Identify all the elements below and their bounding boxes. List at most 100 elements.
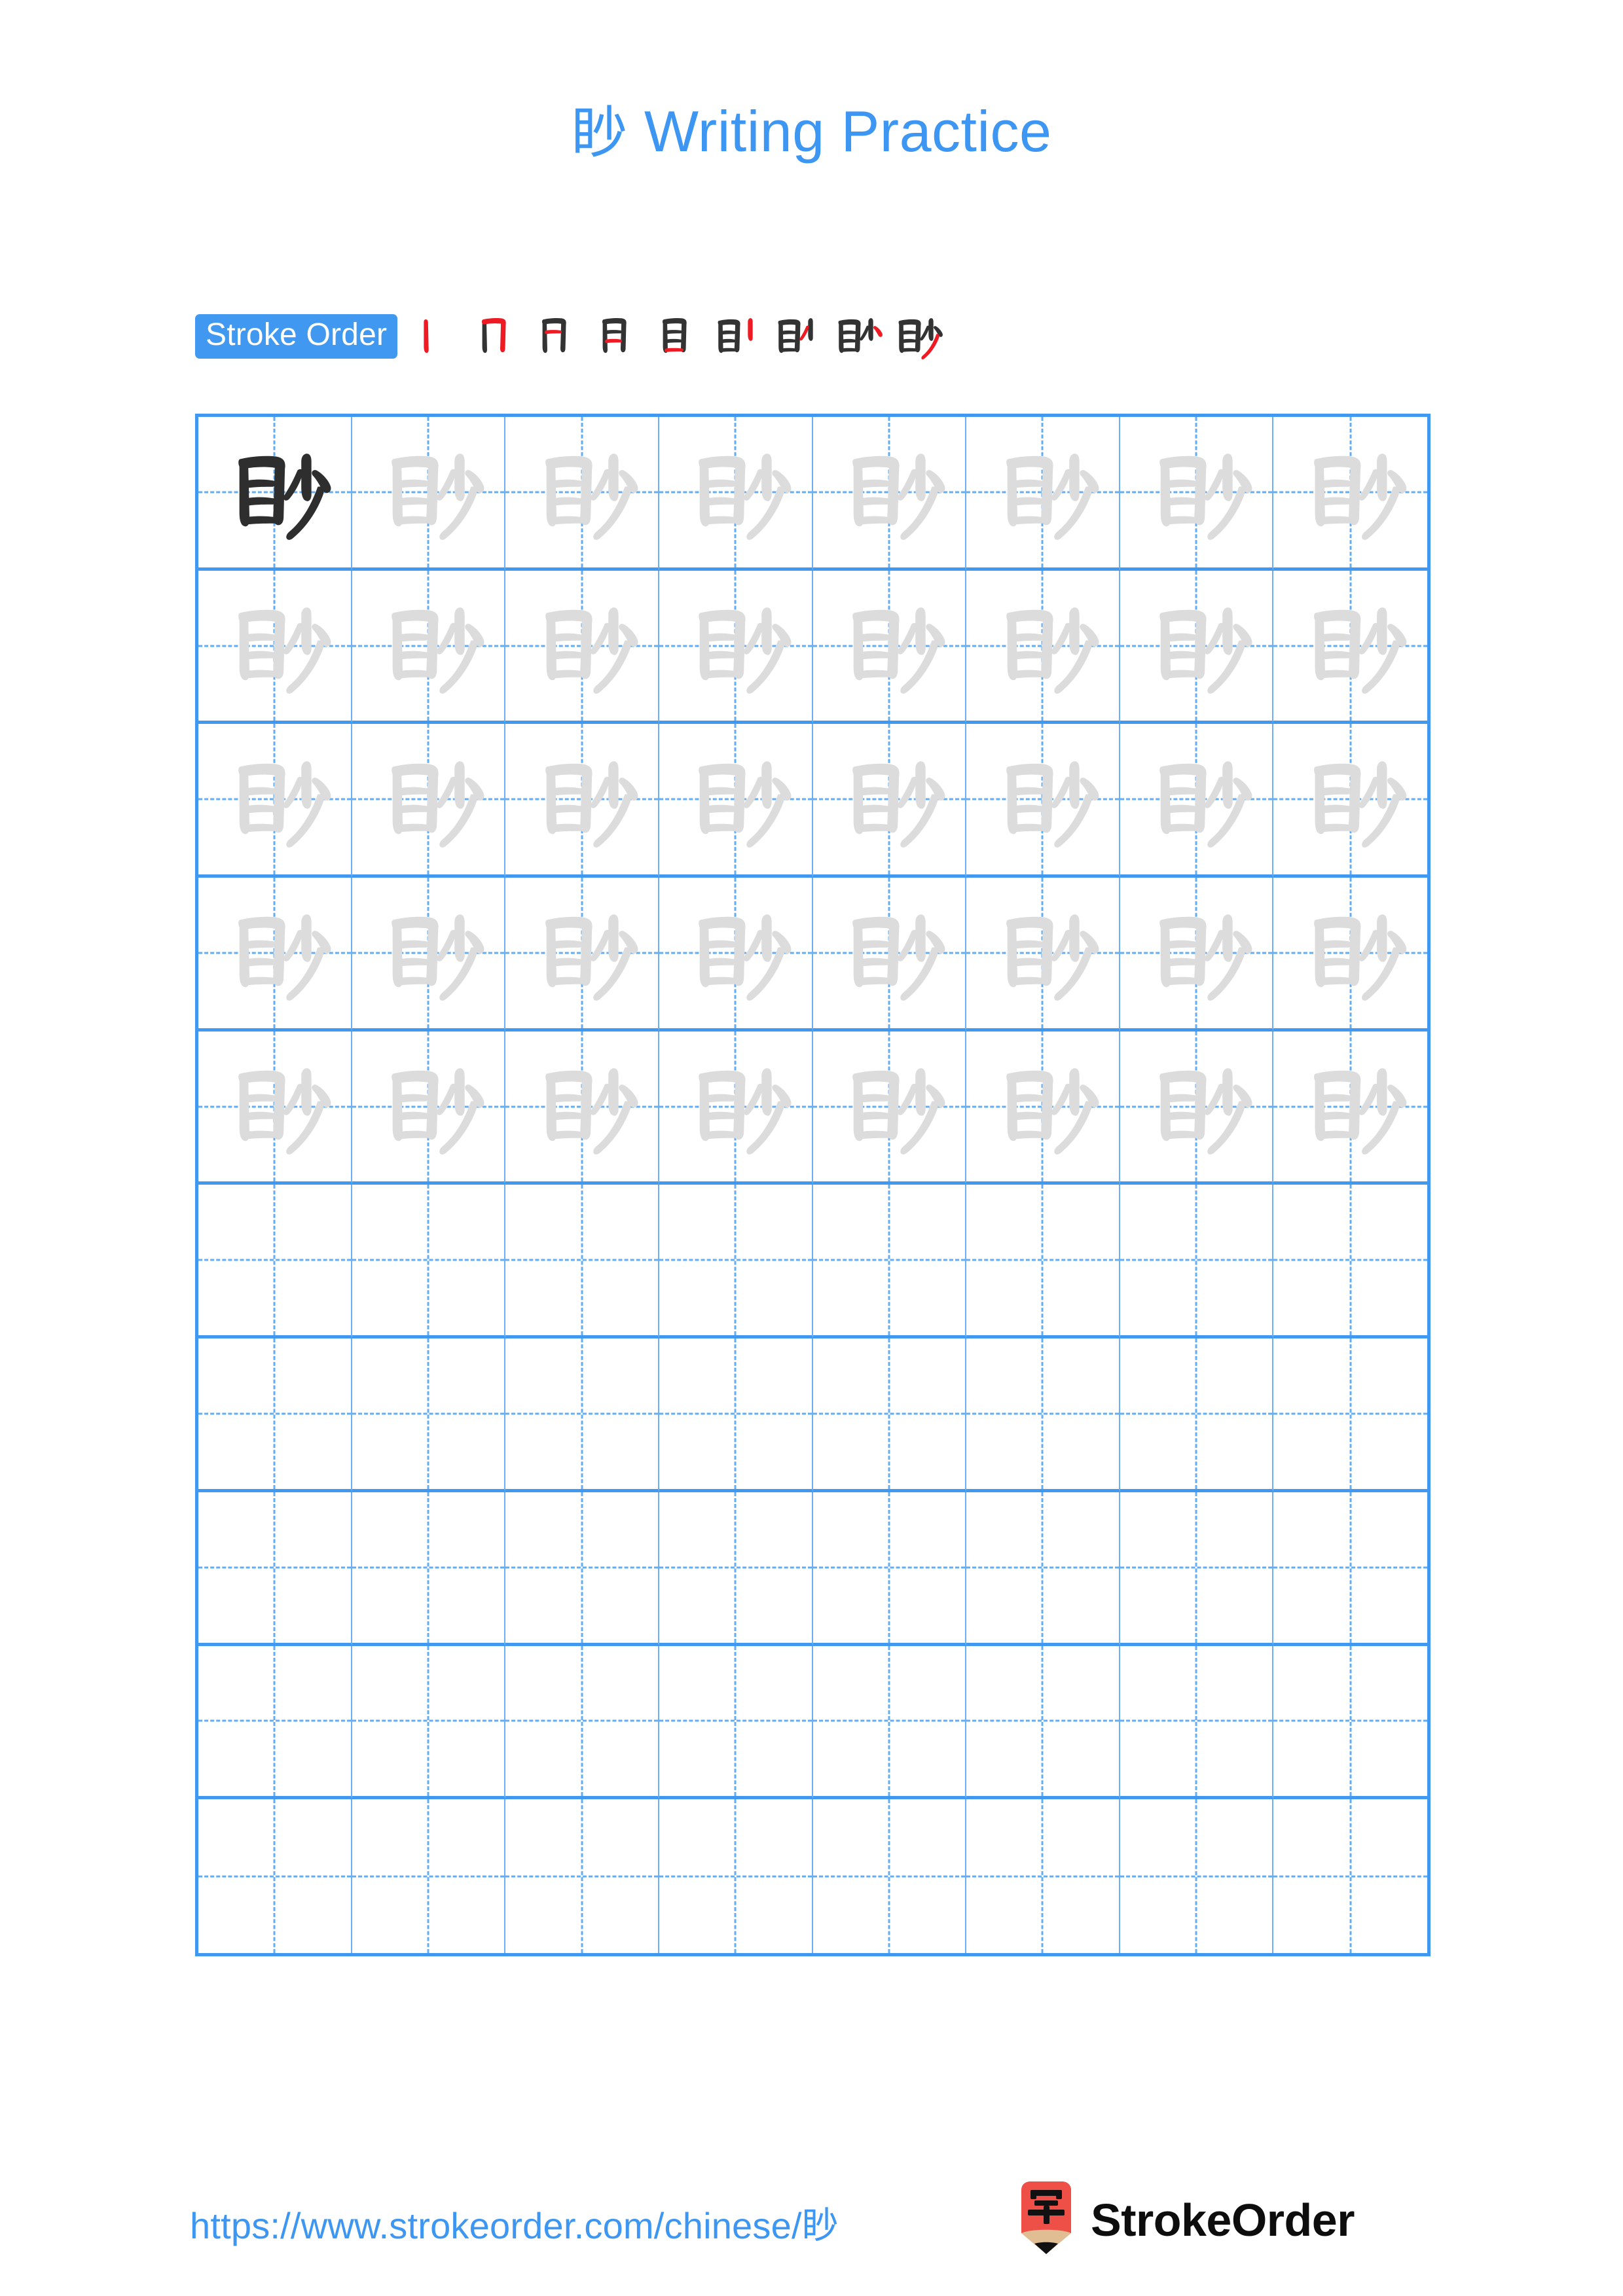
practice-cell[interactable]: [1273, 571, 1427, 725]
page-title-suffix: Writing Practice: [628, 99, 1052, 164]
practice-cell[interactable]: [352, 1799, 506, 1953]
trace-character: [813, 724, 966, 874]
stroke-step-3: [524, 306, 585, 367]
practice-cell[interactable]: [966, 878, 1120, 1031]
practice-cell[interactable]: [812, 1338, 967, 1492]
practice-cell[interactable]: [812, 878, 967, 1031]
practice-cell[interactable]: [1120, 1492, 1274, 1646]
practice-cell[interactable]: [659, 1338, 813, 1492]
practice-cell[interactable]: [505, 1031, 659, 1185]
trace-character: [1273, 724, 1427, 874]
practice-cell[interactable]: [198, 724, 352, 878]
stroke-step-7: [765, 306, 826, 367]
practice-cell[interactable]: [1120, 1338, 1274, 1492]
practice-cell[interactable]: [659, 1492, 813, 1646]
practice-cell[interactable]: [352, 1492, 506, 1646]
practice-cell[interactable]: [352, 417, 506, 571]
practice-cell[interactable]: [1273, 1492, 1427, 1646]
practice-cell[interactable]: [1120, 1185, 1274, 1339]
practice-cell[interactable]: [1273, 1799, 1427, 1953]
practice-cell[interactable]: [505, 417, 659, 571]
practice-cell[interactable]: [966, 417, 1120, 571]
brand-logo-group[interactable]: StrokeOrder: [1016, 2181, 1355, 2259]
practice-cell[interactable]: [812, 724, 967, 878]
practice-cell[interactable]: [812, 417, 967, 571]
practice-cell[interactable]: [198, 417, 352, 571]
practice-cell[interactable]: [966, 1492, 1120, 1646]
practice-cell[interactable]: [1120, 878, 1274, 1031]
practice-cell[interactable]: [1273, 1031, 1427, 1185]
practice-cell[interactable]: [812, 1031, 967, 1185]
practice-cell[interactable]: [505, 1799, 659, 1953]
practice-cell[interactable]: [1273, 724, 1427, 878]
practice-cell[interactable]: [966, 570, 1120, 725]
practice-cell[interactable]: [505, 570, 659, 725]
practice-cell[interactable]: [198, 1799, 352, 1953]
practice-cell[interactable]: [198, 1492, 352, 1646]
practice-cell[interactable]: [352, 724, 506, 878]
practice-cell[interactable]: [659, 724, 813, 878]
trace-character: [1273, 1031, 1427, 1182]
practice-cell[interactable]: [352, 1185, 506, 1339]
practice-cell[interactable]: [966, 1338, 1120, 1492]
practice-cell[interactable]: [198, 1185, 352, 1339]
practice-cell[interactable]: [1120, 1799, 1274, 1953]
practice-cell[interactable]: [198, 1645, 352, 1800]
practice-cell[interactable]: [812, 1185, 967, 1339]
practice-grid: [195, 414, 1431, 1956]
practice-cell[interactable]: [1273, 1185, 1427, 1339]
practice-cell[interactable]: [659, 417, 813, 571]
practice-cell[interactable]: [659, 570, 813, 725]
trace-character: [659, 417, 812, 567]
practice-cell[interactable]: [966, 1645, 1120, 1800]
footer-url-link[interactable]: https://www.strokeorder.com/chinese/眇: [190, 2197, 839, 2250]
practice-cell[interactable]: [198, 878, 352, 1031]
practice-cell[interactable]: [1273, 1338, 1427, 1492]
practice-cell[interactable]: [812, 570, 967, 725]
trace-character: [198, 878, 351, 1028]
practice-cell[interactable]: [812, 1645, 967, 1800]
practice-cell[interactable]: [659, 1185, 813, 1339]
practice-cell[interactable]: [813, 1799, 967, 1953]
trace-character: [352, 724, 505, 874]
practice-cell[interactable]: [352, 878, 506, 1031]
practice-cell[interactable]: [505, 878, 659, 1031]
practice-cell[interactable]: [1120, 417, 1274, 571]
strokeorder-pencil-logo-icon: [1021, 2181, 1071, 2254]
practice-cell[interactable]: [812, 1492, 967, 1646]
practice-cell[interactable]: [966, 1185, 1120, 1339]
practice-cell[interactable]: [1273, 878, 1427, 1031]
practice-cell[interactable]: [659, 1031, 813, 1185]
trace-character: [659, 724, 812, 874]
stroke-step-1: [404, 306, 464, 367]
practice-cell[interactable]: [505, 1185, 659, 1339]
practice-cell[interactable]: [352, 1645, 506, 1800]
practice-cell[interactable]: [198, 570, 352, 725]
practice-cell[interactable]: [659, 1799, 813, 1953]
practice-cell[interactable]: [659, 1645, 813, 1800]
practice-cell[interactable]: [1120, 1645, 1274, 1800]
practice-cell[interactable]: [659, 878, 813, 1031]
practice-cell[interactable]: [1273, 417, 1427, 571]
stroke-step-8: [826, 306, 886, 367]
trace-character: [1120, 417, 1273, 567]
practice-cell[interactable]: [966, 1799, 1120, 1953]
practice-cell[interactable]: [1120, 724, 1274, 878]
stroke-order-badge: Stroke Order: [195, 314, 398, 359]
practice-cell[interactable]: [505, 1338, 659, 1492]
practice-cell[interactable]: [1120, 570, 1274, 725]
practice-cell[interactable]: [352, 570, 506, 725]
practice-cell[interactable]: [505, 724, 659, 878]
practice-cell[interactable]: [966, 724, 1120, 878]
practice-cell[interactable]: [1120, 1031, 1274, 1185]
practice-cell[interactable]: [352, 1031, 506, 1185]
practice-cell[interactable]: [966, 1031, 1120, 1185]
practice-cell[interactable]: [505, 1492, 659, 1646]
practice-cell[interactable]: [352, 1338, 506, 1492]
practice-cell[interactable]: [198, 1031, 352, 1185]
practice-cell[interactable]: [198, 1338, 352, 1492]
trace-character: [659, 878, 812, 1028]
practice-cell[interactable]: [1273, 1646, 1427, 1800]
trace-character: [505, 1031, 658, 1182]
practice-cell[interactable]: [505, 1645, 659, 1800]
